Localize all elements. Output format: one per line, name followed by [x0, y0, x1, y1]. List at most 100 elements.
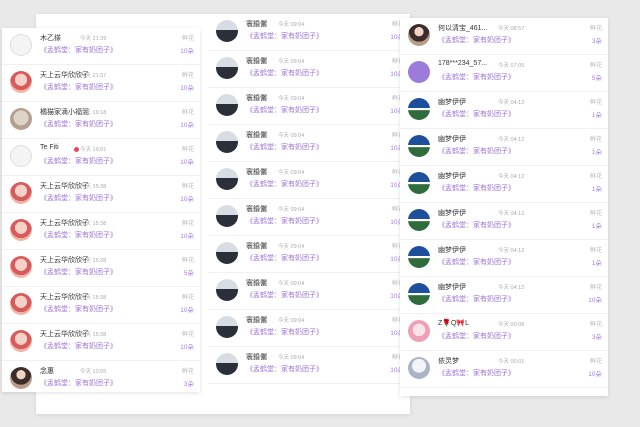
anime-avatar-icon[interactable]	[10, 293, 32, 315]
book-title-link[interactable]: 《孟鹤堂：家有奶团子》	[246, 142, 323, 152]
list-item[interactable]: 木乙搽 今天 21:39 《孟鹤堂：家有奶团子》 鲜花 10朵	[2, 28, 200, 65]
landscape-avatar-icon[interactable]	[216, 279, 238, 301]
landscape-avatar-icon[interactable]	[216, 131, 238, 153]
list-item[interactable]: 寰錉儷 今天 09:04 《孟鹤堂：家有奶团子》 鲜花 10朵	[208, 14, 410, 51]
book-title-link[interactable]: 《孟鹤堂：家有奶团子》	[438, 72, 515, 82]
list-item[interactable]: 何以清宝_461... 今天 08:57 《孟鹤堂：家有奶团子》 鲜花 3朵	[400, 18, 608, 55]
list-item[interactable]: 幽梦伊伊 今天 04:12 《孟鹤堂：家有奶团子》 鲜花 1朵	[400, 92, 608, 129]
plane-avatar-icon[interactable]	[408, 172, 430, 194]
book-title-link[interactable]: 《孟鹤堂：家有奶团子》	[246, 290, 323, 300]
book-title-link[interactable]: 《孟鹤堂：家有奶团子》	[40, 230, 117, 240]
book-title-link[interactable]: 《孟鹤堂：家有奶团子》	[246, 105, 323, 115]
book-title-link[interactable]: 《孟鹤堂：家有奶团子》	[438, 183, 515, 193]
list-item[interactable]: 天上云华欣欣子 今天 15:38 《孟鹤堂：家有奶团子》 鲜花 10朵	[2, 287, 200, 324]
list-item[interactable]: 天上云华欣欣子 今天 15:38 《孟鹤堂：家有奶团子》 鲜花 10朵	[2, 324, 200, 361]
plane-avatar-icon[interactable]	[408, 209, 430, 231]
list-item[interactable]: 寰錉儷 今天 09:04 《孟鹤堂：家有奶团子》 鲜花 10朵	[208, 347, 410, 384]
user-name[interactable]: Z🌹Q🎀L	[438, 319, 469, 327]
user-name[interactable]: 寰錉儷	[246, 93, 267, 103]
book-title-link[interactable]: 《孟鹤堂：家有奶团子》	[246, 31, 323, 41]
list-item[interactable]: 念惠 今天 10:05 《孟鹤堂：家有奶团子》 鲜花 3朵	[2, 361, 200, 392]
book-title-link[interactable]: 《孟鹤堂：家有奶团子》	[438, 35, 515, 45]
book-title-link[interactable]: 《孟鹤堂：家有奶团子》	[246, 327, 323, 337]
portrait-avatar-icon[interactable]	[408, 357, 430, 379]
anime-avatar-icon[interactable]	[10, 182, 32, 204]
user-name[interactable]: 念惠	[40, 366, 54, 376]
user-name[interactable]: 178***234_57...	[438, 60, 487, 67]
book-title-link[interactable]: 《孟鹤堂：家有奶团子》	[438, 368, 515, 378]
list-item[interactable]: 178***234_57... 今天 07:05 《孟鹤堂：家有奶团子》 鲜花 5朵	[400, 55, 608, 92]
list-item[interactable]: Z🌹Q🎀L 今天 00:08 《孟鹤堂：家有奶团子》 鲜花 3朵	[400, 314, 608, 351]
list-item[interactable]: 天上云华欣欣子 今天 15:38 《孟鹤堂：家有奶团子》 鲜花 5朵	[2, 250, 200, 287]
list-item[interactable]: 幽梦伊伊 今天 04:12 《孟鹤堂：家有奶团子》 鲜花 1朵	[400, 203, 608, 240]
landscape-avatar-icon[interactable]	[216, 20, 238, 42]
book-title-link[interactable]: 《孟鹤堂：家有奶团子》	[438, 146, 515, 156]
sketch-avatar-icon[interactable]	[10, 145, 32, 167]
user-name[interactable]: 幽梦伊伊	[438, 208, 466, 218]
user-name[interactable]: 幽梦伊伊	[438, 282, 466, 292]
user-name[interactable]: 寰錉儷	[246, 241, 267, 251]
list-item[interactable]: 寰錉儷 今天 09:04 《孟鹤堂：家有奶团子》 鲜花 10朵	[208, 199, 410, 236]
list-item[interactable]: 依灵梦 今天 00:01 《孟鹤堂：家有奶团子》 鲜花 10朵	[400, 351, 608, 388]
plane-avatar-icon[interactable]	[408, 135, 430, 157]
user-name[interactable]: 幽梦伊伊	[438, 245, 466, 255]
landscape-avatar-icon[interactable]	[216, 168, 238, 190]
list-item[interactable]: 天上云华欣欣子 今天 21:37 《孟鹤堂：家有奶团子》 鲜花 10朵	[2, 65, 200, 102]
list-item[interactable]: 寰錉儷 今天 09:04 《孟鹤堂：家有奶团子》 鲜花 10朵	[208, 125, 410, 162]
anime-avatar-icon[interactable]	[10, 330, 32, 352]
book-title-link[interactable]: 《孟鹤堂：家有奶团子》	[438, 257, 515, 267]
girl-avatar-icon[interactable]	[10, 367, 32, 389]
book-title-link[interactable]: 《孟鹤堂：家有奶团子》	[40, 119, 117, 129]
book-title-link[interactable]: 《孟鹤堂：家有奶团子》	[40, 267, 117, 277]
user-name[interactable]: 幽梦伊伊	[438, 171, 466, 181]
book-title-link[interactable]: 《孟鹤堂：家有奶团子》	[40, 304, 117, 314]
landscape-avatar-icon[interactable]	[216, 57, 238, 79]
user-name[interactable]: 寰錉儷	[246, 352, 267, 362]
anime-avatar-icon[interactable]	[10, 71, 32, 93]
sketch-avatar-icon[interactable]	[10, 34, 32, 56]
list-item[interactable]: 寰錉儷 今天 09:04 《孟鹤堂：家有奶团子》 鲜花 10朵	[208, 88, 410, 125]
user-name[interactable]: 何以清宝_461...	[438, 23, 487, 33]
book-title-link[interactable]: 《孟鹤堂：家有奶团子》	[438, 294, 515, 304]
list-item[interactable]: 寰錉儷 今天 09:04 《孟鹤堂：家有奶团子》 鲜花 10朵	[208, 310, 410, 347]
book-title-link[interactable]: 《孟鹤堂：家有奶团子》	[246, 179, 323, 189]
list-item[interactable]: 橘猫家滴小福泥 今天 19:18 《孟鹤堂：家有奶团子》 鲜花 10朵	[2, 102, 200, 139]
girl-avatar-icon[interactable]	[408, 24, 430, 46]
plane-avatar-icon[interactable]	[408, 246, 430, 268]
list-item[interactable]: 寰錉儷 今天 09:04 《孟鹤堂：家有奶团子》 鲜花 10朵	[208, 273, 410, 310]
book-title-link[interactable]: 《孟鹤堂：家有奶团子》	[438, 331, 515, 341]
list-item[interactable]: 幽梦伊伊 今天 04:12 《孟鹤堂：家有奶团子》 鲜花 10朵	[400, 277, 608, 314]
book-title-link[interactable]: 《孟鹤堂：家有奶团子》	[40, 45, 117, 55]
book-title-link[interactable]: 《孟鹤堂：家有奶团子》	[246, 68, 323, 78]
book-title-link[interactable]: 《孟鹤堂：家有奶团子》	[438, 220, 515, 230]
chat-bubble-avatar-icon[interactable]	[408, 61, 430, 83]
book-title-link[interactable]: 《孟鹤堂：家有奶团子》	[40, 378, 117, 388]
user-name[interactable]: 依灵梦	[438, 356, 459, 366]
landscape-avatar-icon[interactable]	[216, 205, 238, 227]
user-name[interactable]: 幽梦伊伊	[438, 97, 466, 107]
book-title-link[interactable]: 《孟鹤堂：家有奶团子》	[246, 253, 323, 263]
list-item[interactable]: 寰錉儷 今天 09:04 《孟鹤堂：家有奶团子》 鲜花 10朵	[208, 236, 410, 273]
user-name[interactable]: 寰錉儷	[246, 278, 267, 288]
anime-girl-avatar-icon[interactable]	[408, 320, 430, 342]
list-item[interactable]: 幽梦伊伊 今天 04:12 《孟鹤堂：家有奶团子》 鲜花 1朵	[400, 166, 608, 203]
book-title-link[interactable]: 《孟鹤堂：家有奶团子》	[40, 156, 117, 166]
book-title-link[interactable]: 《孟鹤堂：家有奶团子》	[246, 364, 323, 374]
book-title-link[interactable]: 《孟鹤堂：家有奶团子》	[246, 216, 323, 226]
list-item[interactable]: 幽梦伊伊 今天 04:12 《孟鹤堂：家有奶团子》 鲜花 1朵	[400, 240, 608, 277]
list-item[interactable]: Te Fiti 今天 19:01 《孟鹤堂：家有奶团子》 鲜花 10朵	[2, 139, 200, 176]
landscape-avatar-icon[interactable]	[216, 94, 238, 116]
book-title-link[interactable]: 《孟鹤堂：家有奶团子》	[40, 193, 117, 203]
user-name[interactable]: 木乙搽	[40, 33, 61, 43]
landscape-avatar-icon[interactable]	[216, 242, 238, 264]
plane-avatar-icon[interactable]	[408, 98, 430, 120]
list-item[interactable]: 天上云华欣欣子 今天 15:38 《孟鹤堂：家有奶团子》 鲜花 10朵	[2, 176, 200, 213]
list-item[interactable]: 寰錉儷 今天 09:04 《孟鹤堂：家有奶团子》 鲜花 10朵	[208, 51, 410, 88]
list-item[interactable]: 天上云华欣欣子 今天 15:38 《孟鹤堂：家有奶团子》 鲜花 10朵	[2, 213, 200, 250]
user-name[interactable]: 幽梦伊伊	[438, 134, 466, 144]
landscape-avatar-icon[interactable]	[216, 353, 238, 375]
cat-avatar-icon[interactable]	[10, 108, 32, 130]
anime-avatar-icon[interactable]	[10, 256, 32, 278]
list-item[interactable]: 幽梦伊伊 今天 04:12 《孟鹤堂：家有奶团子》 鲜花 1朵	[400, 129, 608, 166]
plane-avatar-icon[interactable]	[408, 283, 430, 305]
